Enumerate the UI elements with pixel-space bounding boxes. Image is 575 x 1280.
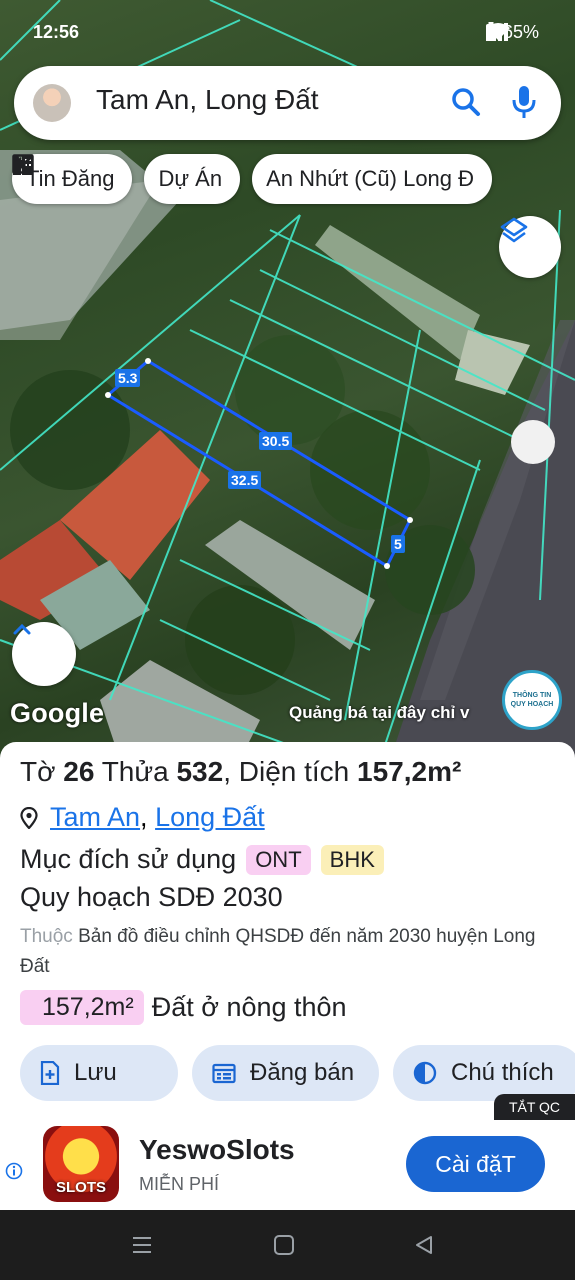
location-row: Tam An, Long Đất — [20, 802, 265, 833]
app-icon-label: SLOTS — [55, 1179, 106, 1196]
sheet-label: Tờ — [20, 756, 56, 787]
system-nav-bar — [0, 1210, 575, 1280]
layers-icon — [500, 217, 528, 243]
chip-projects-label: Dự Án — [158, 166, 223, 191]
ad-app-name[interactable]: YeswoSlots — [139, 1134, 295, 1166]
chip-area[interactable]: An Nhứt (Cũ) Long Đ — [13, 154, 493, 204]
status-bar: 12:56 65% — [0, 18, 575, 48]
land-type: Đất ở nông thôn — [151, 992, 347, 1022]
legend-button[interactable]: Chú thích — [393, 1045, 575, 1101]
dimension-top: 30.5 — [259, 432, 293, 450]
belongs-text: Thuộc Bản đồ điều chỉnh QHSDĐ đến năm 20… — [20, 922, 550, 982]
map-view[interactable]: 5.3 30.5 32.5 5 12:56 65% Tam An, Long Đ… — [0, 0, 575, 760]
location-pin-icon — [20, 806, 38, 829]
dimension-right: 5 — [391, 535, 405, 553]
install-button[interactable]: Cài đặT — [406, 1136, 545, 1192]
area-value: 157,2m² — [357, 756, 462, 787]
post-sale-button-label: Đăng bán — [250, 1059, 355, 1086]
chevron-up-icon — [13, 623, 31, 635]
back-icon[interactable] — [413, 1234, 435, 1261]
chip-listings-label: Tin Đăng — [26, 166, 115, 191]
expand-up-button[interactable] — [12, 622, 76, 686]
calendar-icon — [212, 1063, 236, 1084]
app-icon[interactable]: SLOTS — [43, 1126, 119, 1202]
purpose-row: Mục đích sử dụng ONT BHK — [20, 844, 384, 875]
action-buttons: Lưu Đăng bán Chú thích — [20, 1045, 575, 1101]
ward-link[interactable]: Tam An — [50, 802, 140, 832]
lot-number: 532 — [176, 756, 224, 787]
area-chip: 157,2m² — [20, 990, 144, 1025]
google-logo: Google — [10, 698, 105, 728]
ad-info-icon[interactable] — [5, 1162, 23, 1185]
dimension-bottom: 32.5 — [228, 471, 262, 489]
map-marker[interactable] — [511, 420, 555, 464]
home-icon[interactable] — [273, 1234, 295, 1261]
legend-button-label: Chú thích — [451, 1059, 554, 1086]
location-separator: , — [140, 802, 148, 832]
dimension-left: 5.3 — [115, 369, 141, 387]
parcel-title: Tờ 26 Thửa 532, Diện tích 157,2m² — [20, 756, 462, 787]
planning-info-badge-label: THÔNG TIN QUY HOẠCH — [510, 692, 554, 708]
ad-price: MIỄN PHÍ — [139, 1174, 220, 1194]
parcel-info-sheet: Tờ 26 Thửa 532, Diện tích 157,2m² Tam An… — [0, 742, 575, 1122]
save-button-label: Lưu — [74, 1059, 117, 1086]
belongs-map-name: Bản đồ điều chỉnh QHSDĐ đến năm 2030 huy… — [20, 926, 536, 977]
chip-area-label: An Nhứt (Cũ) Long Đ — [266, 166, 475, 191]
save-button[interactable]: Lưu — [20, 1045, 178, 1101]
district-link[interactable]: Long Đất — [155, 802, 265, 832]
promo-text[interactable]: Quảng bá tại đây chỉ v — [289, 703, 469, 723]
search-input[interactable]: Tam An, Long Đất — [96, 84, 319, 116]
avatar[interactable] — [33, 84, 71, 122]
ad-banner[interactable]: SLOTS YeswoSlots MIỄN PHÍ Cài đặT — [0, 1120, 575, 1210]
filter-chips: Tin Đăng Dự Án An Nhứt (Cũ) Long Đ — [12, 154, 493, 204]
close-ad-button[interactable]: TẮT QC — [494, 1094, 575, 1120]
save-icon — [40, 1061, 60, 1085]
area-row: 157,2m² Đất ở nông thôn — [20, 990, 347, 1025]
layers-button[interactable] — [499, 216, 561, 278]
lot-label: Thửa — [101, 756, 169, 787]
tag-ont[interactable]: ONT — [246, 844, 311, 875]
chip-projects[interactable]: Dự Án — [13, 154, 241, 204]
search-bar[interactable]: Tam An, Long Đất — [14, 66, 561, 140]
plan-year: Quy hoạch SDĐ 2030 — [20, 882, 283, 912]
planning-info-badge[interactable]: THÔNG TIN QUY HOẠCH — [502, 670, 562, 730]
purpose-label: Mục đích sử dụng — [20, 844, 237, 874]
recents-icon[interactable] — [131, 1234, 153, 1261]
tag-bhk[interactable]: BHK — [320, 844, 384, 875]
belongs-prefix: Thuộc — [20, 926, 73, 947]
sheet-number: 26 — [63, 756, 95, 787]
area-label: Diện tích — [238, 756, 350, 787]
tools-icon — [13, 155, 33, 175]
post-sale-button[interactable]: Đăng bán — [192, 1045, 379, 1101]
contrast-icon — [413, 1061, 437, 1085]
status-time: 12:56 — [33, 22, 80, 42]
